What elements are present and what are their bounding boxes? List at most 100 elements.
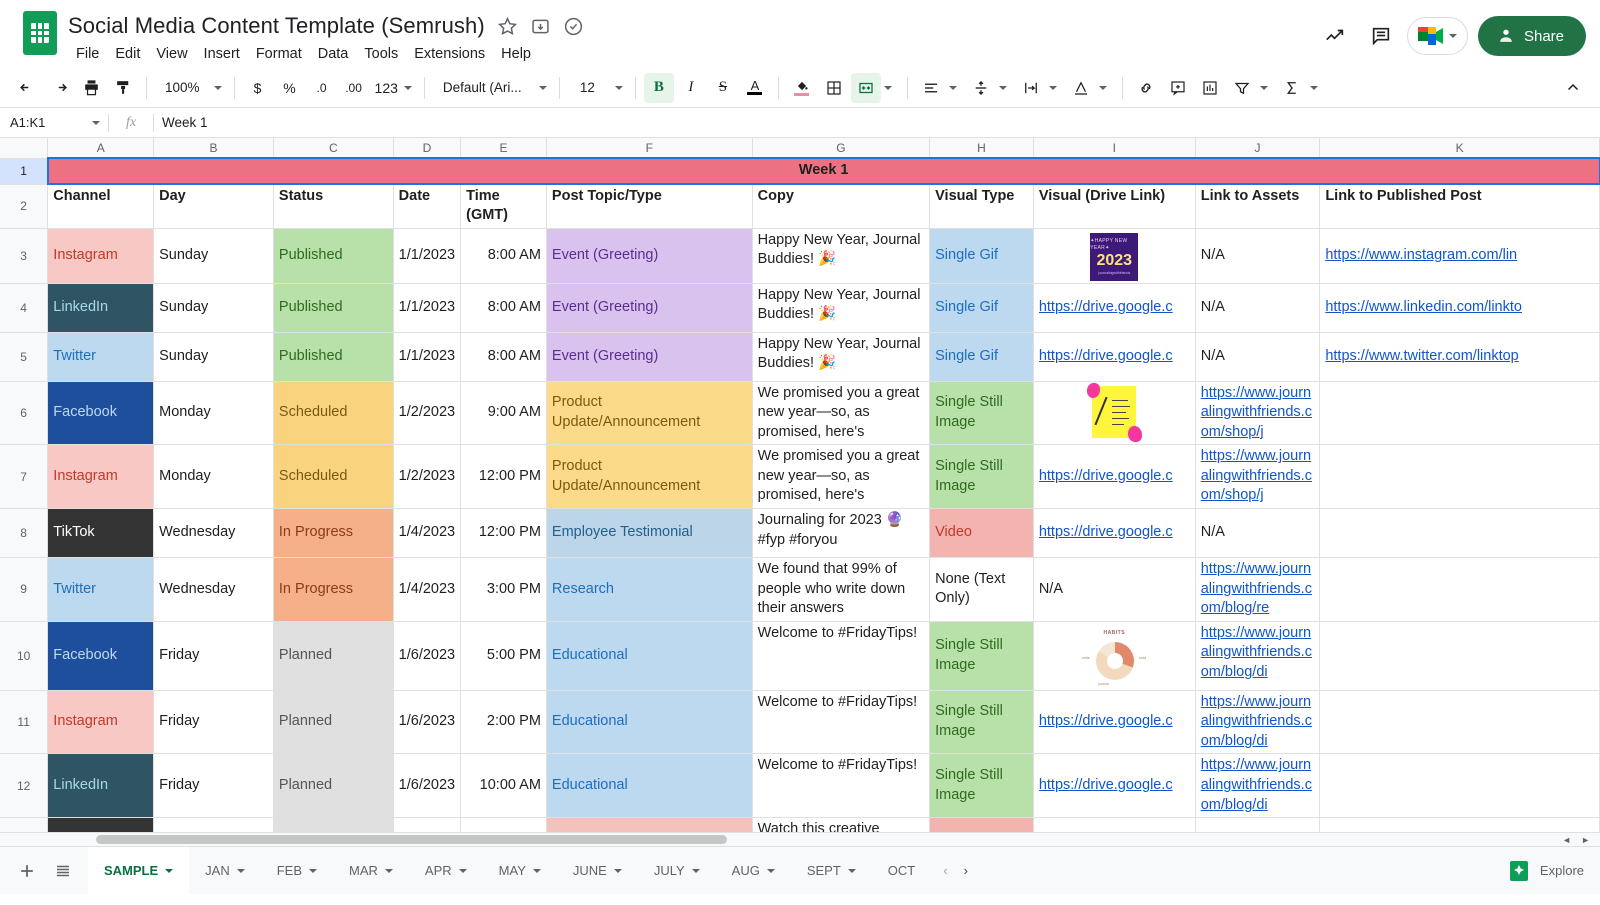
page-title[interactable]: Social Media Content Template (Semrush) xyxy=(68,13,485,39)
cell-status[interactable]: Published xyxy=(272,331,394,382)
cell-day[interactable]: Friday xyxy=(153,689,274,755)
cell-visual-type[interactable]: Video xyxy=(929,508,1034,558)
drive-link[interactable]: https://drive.google.c xyxy=(1039,347,1190,367)
sheet-tab-oct[interactable]: OCT xyxy=(872,847,931,895)
cell-status[interactable]: Scheduled xyxy=(272,380,394,446)
insert-link-icon[interactable] xyxy=(1131,73,1161,103)
row-header-6[interactable]: 6 xyxy=(0,380,49,446)
cell-link-assets[interactable]: https://www.journalingwithfriends.com/bl… xyxy=(1194,753,1321,819)
cell-link-assets[interactable]: https://www.journalingwithfriends.com/bl… xyxy=(1194,620,1321,691)
row-header-4[interactable]: 4 xyxy=(0,282,49,333)
header-date[interactable]: Date xyxy=(392,183,462,229)
row-header-8[interactable]: 8 xyxy=(0,508,49,558)
cell-status[interactable]: Planned xyxy=(272,753,394,819)
chevron-down-icon[interactable] xyxy=(165,868,174,873)
cell-visual-type[interactable]: Single Still Image xyxy=(929,689,1034,755)
sheet-tab-apr[interactable]: APR xyxy=(409,847,483,895)
header-time[interactable]: Time (GMT) xyxy=(460,183,547,229)
cell-link-published[interactable]: https://www.linkedin.com/linkto xyxy=(1319,282,1600,333)
cell-date[interactable]: 1/6/2023 xyxy=(392,753,462,819)
cell-day[interactable]: Friday xyxy=(153,620,274,691)
vertical-align-icon[interactable] xyxy=(966,73,996,103)
cell-topic[interactable]: Event (Greeting) xyxy=(545,282,753,333)
sheet-tab-feb[interactable]: FEB xyxy=(261,847,333,895)
insert-chart-icon[interactable] xyxy=(1195,73,1225,103)
column-header-b[interactable]: B xyxy=(153,138,274,159)
drive-link[interactable]: https://drive.google.c xyxy=(1039,523,1190,543)
cell-visual-link[interactable]: N/A xyxy=(1032,557,1196,622)
header-day[interactable]: Day xyxy=(153,183,274,229)
cell-copy[interactable]: We promised you a great new year—so, as … xyxy=(751,444,931,509)
chevron-down-icon[interactable] xyxy=(532,868,541,873)
cell-visual-type[interactable]: Single Still Image xyxy=(929,620,1034,691)
cell-topic[interactable]: Educational xyxy=(545,753,753,819)
cell-day[interactable]: Wednesday xyxy=(153,508,274,558)
collapse-toolbar-icon[interactable] xyxy=(1558,73,1588,103)
row-header-12[interactable]: 12 xyxy=(0,753,49,819)
cell-visual-type[interactable]: Single Gif xyxy=(929,331,1034,382)
cell-time[interactable]: 5:00 PM xyxy=(460,620,547,691)
cell-visual-type[interactable]: None (Text Only) xyxy=(929,557,1034,622)
header-link-published[interactable]: Link to Published Post xyxy=(1319,183,1600,229)
add-sheet-icon[interactable] xyxy=(10,854,44,888)
cell-visual-type[interactable]: Single Still Image xyxy=(929,380,1034,446)
cell-copy[interactable]: Welcome to #FridayTips! xyxy=(751,689,931,755)
number-format-select[interactable]: 123 xyxy=(371,74,416,102)
horizontal-align-icon[interactable] xyxy=(916,73,946,103)
header-copy[interactable]: Copy xyxy=(751,183,931,229)
cell-channel[interactable]: Twitter xyxy=(47,331,155,382)
table-row[interactable]: 7 Instagram Monday Scheduled 1/2/2023 12… xyxy=(0,444,1600,509)
habits-donut-chart-thumbnail[interactable]: HABITS write read journal xyxy=(1082,625,1147,688)
cell-copy[interactable]: Happy New Year, Journal Buddies! 🎉 xyxy=(751,227,931,284)
cell-status[interactable]: Published xyxy=(272,227,394,284)
cell-status[interactable]: Scheduled xyxy=(272,444,394,509)
sheet-tab-july[interactable]: JULY xyxy=(638,847,716,895)
column-header-j[interactable]: J xyxy=(1194,138,1321,159)
chevron-down-icon[interactable] xyxy=(1048,85,1057,90)
cell-status[interactable]: Planned xyxy=(272,817,394,832)
row-header-10[interactable]: 10 xyxy=(0,620,49,691)
cell-visual-link[interactable]: https://drive.google.c xyxy=(1032,817,1196,832)
chevron-down-icon[interactable] xyxy=(1098,85,1107,90)
cell-channel[interactable]: Instagram xyxy=(47,689,155,755)
scroll-left-icon[interactable]: ◄ xyxy=(1562,835,1571,845)
column-header-i[interactable]: I xyxy=(1032,138,1196,159)
table-row[interactable]: 10 Facebook Friday Planned 1/6/2023 5:00… xyxy=(0,620,1600,691)
italic-button[interactable]: I xyxy=(676,73,706,103)
table-row[interactable]: 13 TikTok Sunday Planned 1/8/2023 3:00 P… xyxy=(0,817,1600,832)
cell-channel[interactable]: Twitter xyxy=(47,557,155,622)
cell-status[interactable]: In Progress xyxy=(272,557,394,622)
cell-link-assets[interactable]: https://www.journalingwithfriends.com/sh… xyxy=(1194,380,1321,446)
cell-date[interactable]: 1/1/2023 xyxy=(392,227,462,284)
menu-file[interactable]: File xyxy=(68,43,107,65)
star-icon[interactable] xyxy=(497,16,518,37)
cell-status[interactable]: Planned xyxy=(272,620,394,691)
borders-icon[interactable] xyxy=(819,73,849,103)
cell-day[interactable]: Sunday xyxy=(153,331,274,382)
sheet-tab-mar[interactable]: MAR xyxy=(333,847,409,895)
published-link[interactable]: https://www.twitter.com/linktop xyxy=(1325,347,1594,367)
cell-visual-type[interactable]: Single Gif xyxy=(929,227,1034,284)
assets-link[interactable]: https://www.journalingwithfriends.com/bl… xyxy=(1201,756,1315,815)
spreadsheet-grid[interactable]: A B C D E F G H I J K 1 Week 1 2 Channel… xyxy=(0,138,1600,832)
cell-visual-type[interactable]: Single Gif xyxy=(929,282,1034,333)
paint-format-icon[interactable] xyxy=(108,73,138,103)
cell-link-published[interactable] xyxy=(1319,444,1600,509)
explore-button[interactable]: Explore xyxy=(1507,859,1584,883)
cell-copy[interactable]: Welcome to #FridayTips! xyxy=(751,753,931,819)
redo-icon[interactable] xyxy=(44,73,74,103)
row-header-9[interactable]: 9 xyxy=(0,557,49,622)
cell-date[interactable]: 1/1/2023 xyxy=(392,331,462,382)
text-wrap-icon[interactable] xyxy=(1016,73,1046,103)
header-link-assets[interactable]: Link to Assets xyxy=(1194,183,1321,229)
menu-edit[interactable]: Edit xyxy=(107,43,148,65)
cell-time[interactable]: 2:00 PM xyxy=(460,689,547,755)
cell-day[interactable]: Sunday xyxy=(153,817,274,832)
cell-topic[interactable]: Event (Greeting) xyxy=(545,331,753,382)
cell-topic[interactable]: Educational xyxy=(545,689,753,755)
cell-time[interactable]: 8:00 AM xyxy=(460,227,547,284)
cell-link-published[interactable] xyxy=(1319,753,1600,819)
cell-copy[interactable]: We promised you a great new year—so, as … xyxy=(751,380,931,446)
published-link[interactable]: https://www.instagram.com/lin xyxy=(1325,246,1594,266)
cell-topic[interactable]: Customer Testimonial xyxy=(545,817,753,832)
